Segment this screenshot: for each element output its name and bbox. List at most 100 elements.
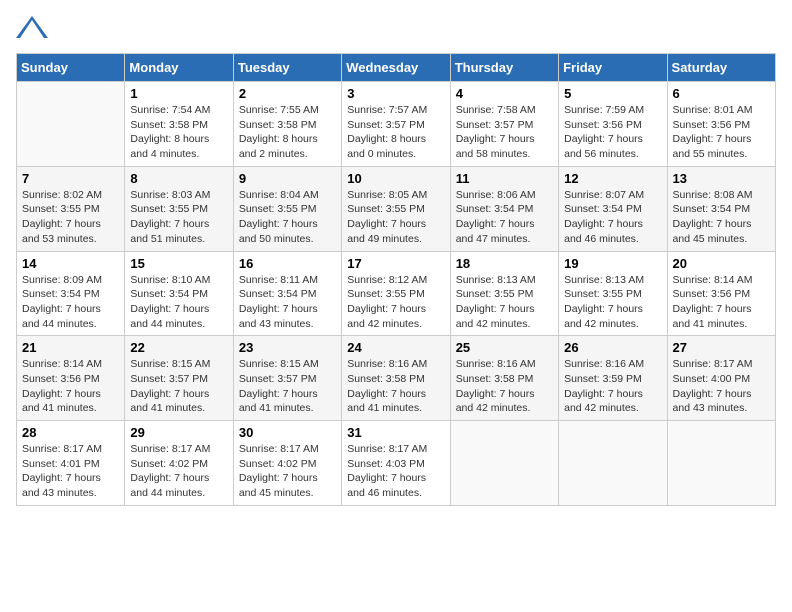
logo <box>16 16 50 43</box>
calendar-cell: 16 Sunrise: 8:11 AMSunset: 3:54 PMDayligh… <box>233 251 341 336</box>
day-info: Sunrise: 8:09 AMSunset: 3:54 PMDaylight:… <box>22 273 119 332</box>
calendar-cell: 31 Sunrise: 8:17 AMSunset: 4:03 PMDayligh… <box>342 421 450 506</box>
day-info: Sunrise: 8:10 AMSunset: 3:54 PMDaylight:… <box>130 273 227 332</box>
calendar-row-4: 21 Sunrise: 8:14 AMSunset: 3:56 PMDayligh… <box>17 336 776 421</box>
calendar-row-5: 28 Sunrise: 8:17 AMSunset: 4:01 PMDayligh… <box>17 421 776 506</box>
day-info: Sunrise: 8:17 AMSunset: 4:00 PMDaylight:… <box>673 357 770 416</box>
day-info: Sunrise: 8:08 AMSunset: 3:54 PMDaylight:… <box>673 188 770 247</box>
day-number: 16 <box>239 256 336 271</box>
calendar-cell: 24 Sunrise: 8:16 AMSunset: 3:58 PMDayligh… <box>342 336 450 421</box>
calendar-cell: 12Sunrise: 8:07 AMSunset: 3:54 PMDayligh… <box>559 166 667 251</box>
day-number: 4 <box>456 86 553 101</box>
day-info: Sunrise: 7:57 AMSunset: 3:57 PMDaylight:… <box>347 103 444 162</box>
day-number: 22 <box>130 340 227 355</box>
day-number: 18 <box>456 256 553 271</box>
day-number: 14 <box>22 256 119 271</box>
calendar-cell <box>450 421 558 506</box>
calendar-cell: 27Sunrise: 8:17 AMSunset: 4:00 PMDayligh… <box>667 336 775 421</box>
day-number: 21 <box>22 340 119 355</box>
calendar-cell: 17Sunrise: 8:12 AMSunset: 3:55 PMDayligh… <box>342 251 450 336</box>
day-number: 2 <box>239 86 336 101</box>
calendar-cell: 5Sunrise: 7:59 AMSunset: 3:56 PMDaylight… <box>559 82 667 167</box>
calendar-cell <box>17 82 125 167</box>
calendar-cell: 7Sunrise: 8:02 AMSunset: 3:55 PMDaylight… <box>17 166 125 251</box>
calendar-cell: 3 Sunrise: 7:57 AMSunset: 3:57 PMDaylight… <box>342 82 450 167</box>
calendar-cell: 29 Sunrise: 8:17 AMSunset: 4:02 PMDayligh… <box>125 421 233 506</box>
day-info: Sunrise: 8:16 AMSunset: 3:58 PMDaylight:… <box>347 357 444 416</box>
calendar-cell: 2 Sunrise: 7:55 AMSunset: 3:58 PMDaylight… <box>233 82 341 167</box>
day-number: 10 <box>347 171 444 186</box>
day-number: 20 <box>673 256 770 271</box>
day-number: 26 <box>564 340 661 355</box>
calendar-cell <box>559 421 667 506</box>
calendar-cell: 19 Sunrise: 8:13 AMSunset: 3:55 PMDayligh… <box>559 251 667 336</box>
day-number: 25 <box>456 340 553 355</box>
day-number: 23 <box>239 340 336 355</box>
day-info: Sunrise: 7:55 AMSunset: 3:58 PMDaylight:… <box>239 103 336 162</box>
day-number: 29 <box>130 425 227 440</box>
day-number: 24 <box>347 340 444 355</box>
calendar-cell: 18 Sunrise: 8:13 AMSunset: 3:55 PMDayligh… <box>450 251 558 336</box>
day-info: Sunrise: 8:13 AMSunset: 3:55 PMDaylight:… <box>456 273 553 332</box>
calendar-cell: 26 Sunrise: 8:16 AMSunset: 3:59 PMDayligh… <box>559 336 667 421</box>
day-info: Sunrise: 8:07 AMSunset: 3:54 PMDaylight:… <box>564 188 661 247</box>
calendar-row-1: 1Sunrise: 7:54 AMSunset: 3:58 PMDaylight… <box>17 82 776 167</box>
day-number: 31 <box>347 425 444 440</box>
day-info: Sunrise: 7:54 AMSunset: 3:58 PMDaylight:… <box>130 103 227 162</box>
calendar-row-3: 14 Sunrise: 8:09 AMSunset: 3:54 PMDayligh… <box>17 251 776 336</box>
day-info: Sunrise: 8:16 AMSunset: 3:58 PMDaylight:… <box>456 357 553 416</box>
calendar-cell: 20 Sunrise: 8:14 AMSunset: 3:56 PMDayligh… <box>667 251 775 336</box>
calendar-cell: 23 Sunrise: 8:15 AMSunset: 3:57 PMDayligh… <box>233 336 341 421</box>
day-number: 6 <box>673 86 770 101</box>
day-info: Sunrise: 8:17 AMSunset: 4:02 PMDaylight:… <box>239 442 336 501</box>
calendar-table: SundayMondayTuesdayWednesdayThursdayFrid… <box>16 53 776 506</box>
calendar-cell: 9Sunrise: 8:04 AMSunset: 3:55 PMDaylight… <box>233 166 341 251</box>
calendar-cell: 13 Sunrise: 8:08 AMSunset: 3:54 PMDayligh… <box>667 166 775 251</box>
day-info: Sunrise: 8:17 AMSunset: 4:01 PMDaylight:… <box>22 442 119 501</box>
calendar-cell: 14 Sunrise: 8:09 AMSunset: 3:54 PMDayligh… <box>17 251 125 336</box>
day-info: Sunrise: 8:15 AMSunset: 3:57 PMDaylight:… <box>130 357 227 416</box>
calendar-cell: 6 Sunrise: 8:01 AMSunset: 3:56 PMDaylight… <box>667 82 775 167</box>
day-info: Sunrise: 8:15 AMSunset: 3:57 PMDaylight:… <box>239 357 336 416</box>
day-info: Sunrise: 8:03 AMSunset: 3:55 PMDaylight:… <box>130 188 227 247</box>
calendar-cell: 30 Sunrise: 8:17 AMSunset: 4:02 PMDayligh… <box>233 421 341 506</box>
day-info: Sunrise: 7:59 AMSunset: 3:56 PMDaylight:… <box>564 103 661 162</box>
logo-icon <box>16 16 48 43</box>
day-info: Sunrise: 8:13 AMSunset: 3:55 PMDaylight:… <box>564 273 661 332</box>
header-saturday: Saturday <box>667 54 775 82</box>
day-info: Sunrise: 8:17 AMSunset: 4:02 PMDaylight:… <box>130 442 227 501</box>
header-sunday: Sunday <box>17 54 125 82</box>
calendar-cell: 8Sunrise: 8:03 AMSunset: 3:55 PMDaylight… <box>125 166 233 251</box>
calendar-cell: 22 Sunrise: 8:15 AMSunset: 3:57 PMDayligh… <box>125 336 233 421</box>
day-info: Sunrise: 8:11 AMSunset: 3:54 PMDaylight:… <box>239 273 336 332</box>
calendar-row-2: 7Sunrise: 8:02 AMSunset: 3:55 PMDaylight… <box>17 166 776 251</box>
header-tuesday: Tuesday <box>233 54 341 82</box>
day-info: Sunrise: 8:14 AMSunset: 3:56 PMDaylight:… <box>673 273 770 332</box>
day-number: 17 <box>347 256 444 271</box>
calendar-cell <box>667 421 775 506</box>
page-header <box>16 16 776 43</box>
day-number: 3 <box>347 86 444 101</box>
day-number: 11 <box>456 171 553 186</box>
day-info: Sunrise: 8:01 AMSunset: 3:56 PMDaylight:… <box>673 103 770 162</box>
day-info: Sunrise: 8:02 AMSunset: 3:55 PMDaylight:… <box>22 188 119 247</box>
calendar-header-row: SundayMondayTuesdayWednesdayThursdayFrid… <box>17 54 776 82</box>
header-wednesday: Wednesday <box>342 54 450 82</box>
day-number: 13 <box>673 171 770 186</box>
header-friday: Friday <box>559 54 667 82</box>
day-info: Sunrise: 8:06 AMSunset: 3:54 PMDaylight:… <box>456 188 553 247</box>
day-info: Sunrise: 8:14 AMSunset: 3:56 PMDaylight:… <box>22 357 119 416</box>
day-info: Sunrise: 8:16 AMSunset: 3:59 PMDaylight:… <box>564 357 661 416</box>
day-number: 28 <box>22 425 119 440</box>
calendar-cell: 28 Sunrise: 8:17 AMSunset: 4:01 PMDayligh… <box>17 421 125 506</box>
calendar-cell: 1Sunrise: 7:54 AMSunset: 3:58 PMDaylight… <box>125 82 233 167</box>
day-number: 19 <box>564 256 661 271</box>
day-info: Sunrise: 7:58 AMSunset: 3:57 PMDaylight:… <box>456 103 553 162</box>
day-info: Sunrise: 8:17 AMSunset: 4:03 PMDaylight:… <box>347 442 444 501</box>
header-monday: Monday <box>125 54 233 82</box>
day-number: 15 <box>130 256 227 271</box>
day-info: Sunrise: 8:05 AMSunset: 3:55 PMDaylight:… <box>347 188 444 247</box>
day-info: Sunrise: 8:04 AMSunset: 3:55 PMDaylight:… <box>239 188 336 247</box>
day-number: 30 <box>239 425 336 440</box>
calendar-cell: 15 Sunrise: 8:10 AMSunset: 3:54 PMDayligh… <box>125 251 233 336</box>
